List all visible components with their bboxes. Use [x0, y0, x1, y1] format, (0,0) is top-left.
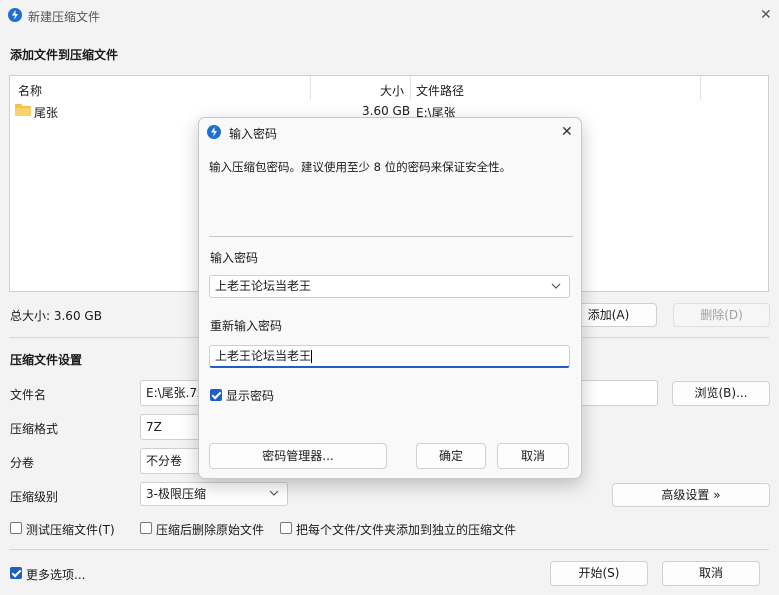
- window-title: 新建压缩文件: [28, 10, 101, 24]
- separate-archives-checkbox[interactable]: [280, 522, 292, 534]
- level-value: 3-极限压缩: [146, 487, 206, 501]
- window-close-button[interactable]: ✕: [760, 7, 772, 23]
- app-logo-icon: [8, 8, 22, 22]
- password-input[interactable]: 上老王论坛当老王: [209, 275, 570, 298]
- column-header-path[interactable]: 文件路径: [416, 82, 464, 99]
- dialog-title: 输入密码: [229, 127, 278, 141]
- divider: [209, 236, 573, 237]
- confirm-password-label: 重新输入密码: [210, 319, 283, 333]
- show-password-label[interactable]: 显示密码: [226, 387, 274, 404]
- separate-archives-label[interactable]: 把每个文件/文件夹添加到独立的压缩文件: [296, 521, 516, 538]
- folder-icon: [15, 104, 31, 116]
- dialog-close-button[interactable]: ✕: [561, 124, 573, 140]
- dialog-cancel-button[interactable]: 取消: [497, 443, 569, 469]
- test-archive-checkbox[interactable]: [10, 522, 22, 534]
- total-size-label: 总大小: 3.60 GB: [10, 309, 102, 323]
- file-name-cell: 尾张: [34, 106, 59, 120]
- more-options-checkbox[interactable]: [10, 567, 22, 579]
- column-header-name[interactable]: 名称: [18, 82, 42, 99]
- split-value: 不分卷: [146, 454, 183, 468]
- format-label: 压缩格式: [10, 422, 59, 436]
- delete-after-label[interactable]: 压缩后删除原始文件: [156, 521, 264, 538]
- text-cursor: [311, 350, 313, 363]
- format-value: 7Z: [146, 420, 162, 434]
- dialog-ok-button[interactable]: 确定: [416, 443, 486, 469]
- divider: [9, 549, 769, 550]
- show-password-checkbox[interactable]: [210, 389, 222, 401]
- file-size-cell: 3.60 GB: [362, 104, 411, 118]
- dialog-logo-icon: [207, 125, 221, 139]
- main-cancel-button[interactable]: 取消: [662, 561, 760, 586]
- more-options-label[interactable]: 更多选项...: [26, 566, 85, 583]
- password-label: 输入密码: [210, 251, 259, 265]
- split-label: 分卷: [10, 456, 35, 470]
- chevron-down-icon: [269, 483, 279, 505]
- chevron-down-icon: [551, 276, 561, 297]
- advanced-settings-button[interactable]: 高级设置 »: [612, 483, 770, 507]
- settings-heading: 压缩文件设置: [10, 353, 83, 367]
- confirm-password-input[interactable]: 上老王论坛当老王: [209, 345, 570, 368]
- delete-button[interactable]: 删除(D): [673, 303, 770, 327]
- confirm-password-value: 上老王论坛当老王: [215, 349, 312, 363]
- level-select[interactable]: 3-极限压缩: [140, 482, 288, 506]
- level-label: 压缩级别: [10, 490, 59, 504]
- delete-after-checkbox[interactable]: [140, 522, 152, 534]
- password-dialog: 输入密码 ✕ 输入压缩包密码。建议使用至少 8 位的密码来保证安全性。 输入密码…: [198, 117, 582, 479]
- files-section-heading: 添加文件到压缩文件: [10, 48, 119, 62]
- password-manager-button[interactable]: 密码管理器...: [209, 443, 387, 469]
- password-value: 上老王论坛当老王: [215, 279, 312, 293]
- start-button[interactable]: 开始(S): [550, 561, 648, 586]
- filename-label: 文件名: [10, 388, 47, 402]
- dialog-instruction: 输入压缩包密码。建议使用至少 8 位的密码来保证安全性。: [209, 160, 512, 174]
- browse-button[interactable]: 浏览(B)...: [672, 381, 770, 406]
- test-archive-label[interactable]: 测试压缩文件(T): [26, 521, 115, 538]
- column-header-size[interactable]: 大小: [380, 82, 404, 99]
